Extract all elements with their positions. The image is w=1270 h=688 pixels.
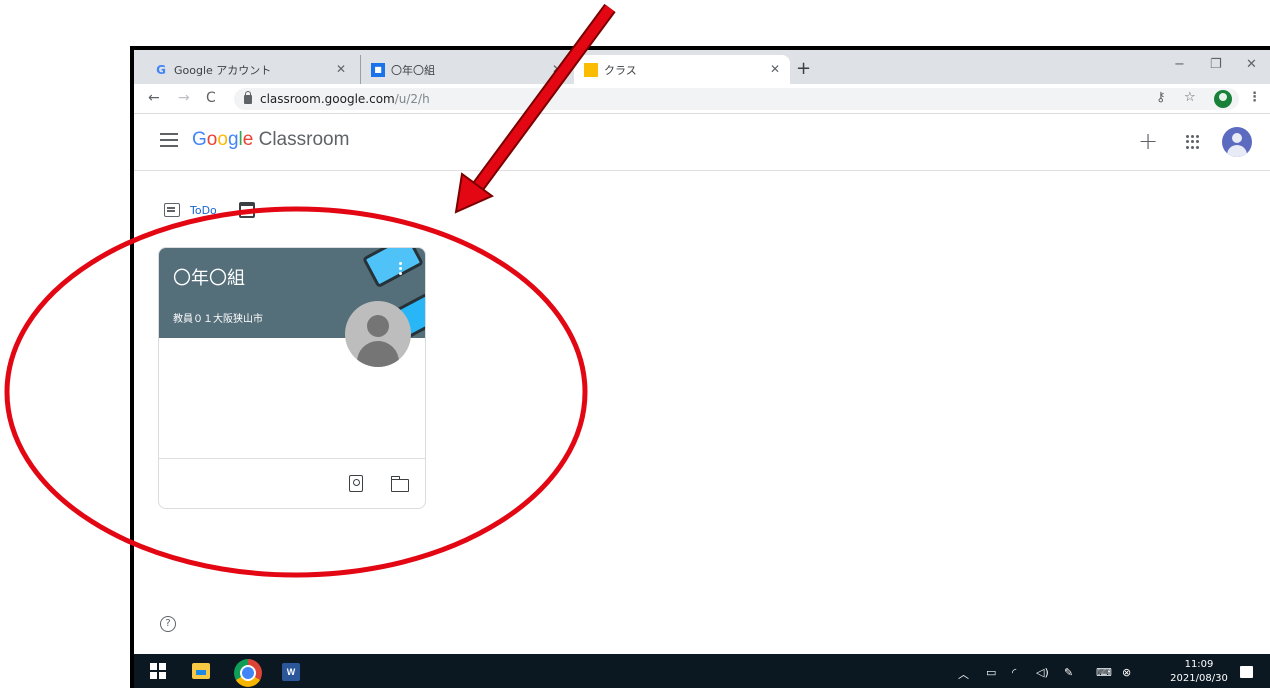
tab-label: Google アカウント xyxy=(174,63,272,77)
apps-grid-icon[interactable] xyxy=(1186,135,1200,149)
todo-calendar-row: ToDo xyxy=(164,202,263,218)
folder-icon[interactable] xyxy=(390,476,409,492)
reload-icon[interactable]: C xyxy=(206,90,216,106)
class-card-footer xyxy=(159,458,425,508)
tab-label: クラス xyxy=(604,63,637,77)
notification-icon[interactable] xyxy=(1240,666,1253,678)
create-join-class-button[interactable]: + xyxy=(1138,127,1158,155)
wifi-icon[interactable]: ◜ xyxy=(1012,666,1016,679)
hamburger-menu-icon[interactable] xyxy=(160,133,178,147)
class-card[interactable]: 〇年〇組 教員０１大阪狭山市 xyxy=(158,247,426,509)
key-icon[interactable]: ⚷ xyxy=(1156,90,1166,105)
card-options-icon[interactable] xyxy=(399,262,403,276)
close-tab-icon[interactable]: ✕ xyxy=(336,62,346,76)
close-tab-icon[interactable]: ✕ xyxy=(770,62,780,76)
help-icon[interactable]: ? xyxy=(160,616,176,632)
calendar-icon[interactable] xyxy=(238,202,255,218)
teacher-name: 教員０１大阪狭山市 xyxy=(173,314,263,325)
todo-link[interactable]: ToDo xyxy=(190,204,217,217)
windows-taskbar: W ︿ ▭ ◜ ◁) ✎ ⌨ ⊗ 11:09 2021/08/30 xyxy=(134,654,1270,688)
clock[interactable]: 11:09 2021/08/30 xyxy=(1164,658,1234,686)
close-window-button[interactable]: ✕ xyxy=(1246,57,1257,72)
chrome-icon[interactable] xyxy=(234,659,262,687)
tab-classes[interactable]: クラス ✕ xyxy=(574,55,790,84)
clock-time: 11:09 xyxy=(1184,659,1214,670)
star-icon[interactable]: ☆ xyxy=(1184,90,1196,105)
google-favicon-icon: G xyxy=(156,62,166,77)
keyboard-icon[interactable]: ⌨ xyxy=(1096,666,1112,679)
url-bar[interactable]: classroom.google.com/u/2/h xyxy=(234,88,1239,110)
classroom-header: Google Classroom + xyxy=(134,115,1270,171)
close-circle-icon[interactable]: ⊗ xyxy=(1122,666,1131,679)
battery-icon[interactable]: ▭ xyxy=(986,666,996,679)
volume-icon[interactable]: ◁) xyxy=(1036,666,1049,679)
pen-icon[interactable]: ✎ xyxy=(1064,666,1073,679)
profile-avatar-icon[interactable] xyxy=(1214,90,1232,108)
close-tab-icon[interactable]: ✕ xyxy=(552,62,562,76)
url-host: classroom.google.com xyxy=(260,92,395,106)
back-arrow-icon[interactable]: ← xyxy=(148,90,160,106)
tab-class-page[interactable]: ■ 〇年〇組 ✕ xyxy=(360,55,572,84)
word-icon[interactable]: W xyxy=(282,663,300,681)
forward-arrow-icon[interactable]: → xyxy=(178,90,190,106)
student-work-icon[interactable] xyxy=(349,475,363,492)
tablet-illustration xyxy=(362,248,424,289)
new-tab-button[interactable]: + xyxy=(796,58,811,79)
clock-date: 2021/08/30 xyxy=(1170,673,1228,684)
classroom-favicon-icon: ■ xyxy=(371,62,385,77)
tab-google-account[interactable]: G Google アカウント ✕ xyxy=(144,55,356,84)
tab-label: 〇年〇組 xyxy=(391,63,435,77)
restore-button[interactable]: ❐ xyxy=(1210,57,1222,72)
chevron-up-icon[interactable]: ︿ xyxy=(958,666,969,682)
account-avatar[interactable] xyxy=(1222,127,1252,157)
teacher-avatar xyxy=(345,301,411,367)
tab-strip: G Google アカウント ✕ ■ 〇年〇組 ✕ クラス ✕ + − ❐ ✕ xyxy=(134,50,1270,84)
todo-icon[interactable] xyxy=(164,203,180,217)
browser-window: G Google アカウント ✕ ■ 〇年〇組 ✕ クラス ✕ + − ❐ ✕ … xyxy=(130,46,1270,688)
minimize-button[interactable]: − xyxy=(1174,57,1185,72)
menu-dots-icon[interactable]: ⋮ xyxy=(1248,90,1261,105)
classroom-favicon-icon xyxy=(584,62,598,77)
address-bar-row: ← → C classroom.google.com/u/2/h ⚷ ☆ ⋮ xyxy=(134,84,1270,114)
url-path: /u/2/h xyxy=(394,92,430,106)
file-explorer-icon[interactable] xyxy=(192,663,210,679)
product-name: Classroom xyxy=(258,129,350,150)
google-classroom-logo[interactable]: Google Classroom xyxy=(192,129,349,151)
class-name[interactable]: 〇年〇組 xyxy=(173,264,245,290)
windows-start-icon[interactable] xyxy=(150,663,166,679)
lock-icon xyxy=(244,90,252,104)
